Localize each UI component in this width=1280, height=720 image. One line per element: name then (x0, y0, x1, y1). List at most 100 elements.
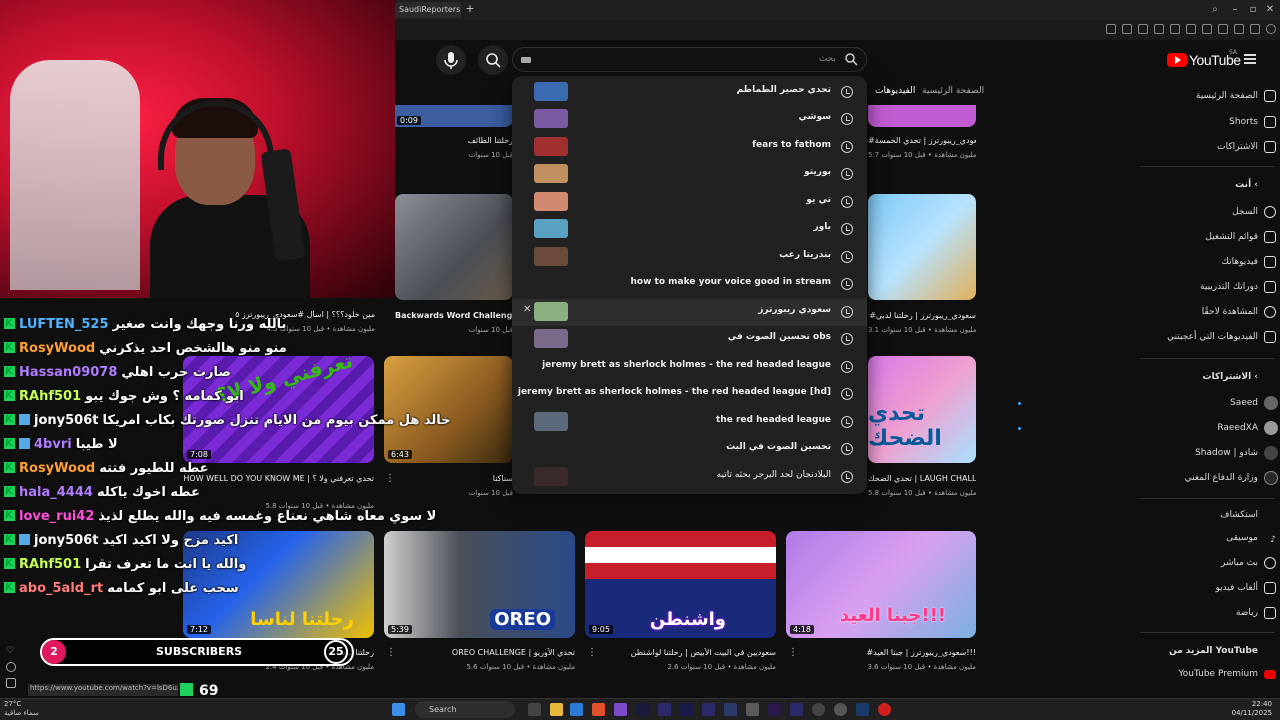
suggestion-item[interactable]: how to make your voice good in stream (512, 271, 867, 298)
sidebar-sub-shadow[interactable]: Shadow | شادو (1128, 445, 1278, 461)
video-title[interactable]: سعوديين في البيت الأبيض | رحلتنا لواشنطن (585, 648, 776, 657)
sidebar-item-playlists[interactable]: قوائم التشغيل (1128, 229, 1276, 245)
extension-icon[interactable] (1138, 24, 1148, 34)
sidebar-item-your-videos[interactable]: فيديوهاتك (1128, 254, 1276, 270)
youtube-logo[interactable]: YouTube SA (1167, 49, 1241, 69)
remove-icon[interactable]: ✕ (523, 304, 531, 315)
tab-videos[interactable]: الفيديوهات (875, 86, 915, 96)
maximize-icon[interactable]: ▫ (1246, 3, 1260, 17)
adobe-icon[interactable] (702, 703, 715, 716)
sidebar-item-subscriptions[interactable]: الاشتراكات (1128, 139, 1276, 155)
search-button[interactable] (478, 45, 508, 75)
video-thumbnail[interactable] (868, 105, 976, 127)
video-title[interactable]: #سعودي_ريبورترز | رحلتنا لدبي (868, 311, 976, 320)
sidebar-item-liked[interactable]: الفيديوهات التي أعجبتني (1128, 329, 1276, 345)
extension-icon[interactable] (1234, 24, 1244, 34)
obs-icon[interactable] (812, 703, 825, 716)
taskbar-clock[interactable]: 22:40 04/11/2025 (1232, 700, 1272, 718)
suggestion-item[interactable]: تحسين الصوت في obs (512, 326, 867, 353)
video-thumbnail[interactable]: جبنا العيد!!! 4:18 (786, 531, 976, 638)
sidebar-item-shorts[interactable]: Shorts (1128, 114, 1276, 130)
suggestion-item[interactable]: the red headed league (512, 409, 867, 436)
extension-icon[interactable] (1186, 24, 1196, 34)
video-thumbnail[interactable] (395, 194, 513, 300)
video-thumbnail[interactable]: واشنطن 9:05 (585, 531, 776, 638)
extension-icon[interactable] (1122, 24, 1132, 34)
brave-icon[interactable] (592, 703, 605, 716)
after-effects-icon[interactable] (680, 703, 693, 716)
search-input[interactable]: بحث (512, 47, 867, 72)
suggestion-item[interactable]: باور (512, 216, 867, 243)
extension-icon[interactable] (1154, 24, 1164, 34)
audition-icon[interactable] (658, 703, 671, 716)
browser-tab[interactable]: SaudiReporters | يوتيوب (395, 2, 461, 18)
video-title[interactable]: HOW WELL DO YOU KNOW ME | تحدي تعرفني ول… (183, 474, 374, 483)
extension-icon[interactable] (1202, 24, 1212, 34)
extension-icon[interactable] (1250, 24, 1260, 34)
more-options-icon[interactable]: ⋮ (386, 647, 396, 658)
search-icon[interactable] (845, 53, 858, 66)
taskbar-search[interactable]: Search (415, 701, 515, 718)
more-options-icon[interactable]: ⋮ (385, 473, 395, 484)
menu-icon[interactable] (1244, 54, 1256, 64)
suggestion-item[interactable]: تي يو (512, 189, 867, 216)
sidebar-sub-ministry[interactable]: وزارة الدفاع المغني (1128, 470, 1278, 486)
more-options-icon[interactable]: ⋮ (587, 647, 597, 658)
extension-icon[interactable] (1106, 24, 1116, 34)
visual-studio-icon[interactable] (614, 703, 627, 716)
more-options-icon[interactable]: ⋮ (788, 647, 798, 658)
opera-icon[interactable] (878, 703, 891, 716)
suggestion-item-selected[interactable]: ✕ سعودي ريبورترز (512, 299, 867, 326)
tab-home[interactable]: الصفحة الرئيسية (922, 86, 984, 96)
audition-icon[interactable] (790, 703, 803, 716)
video-thumbnail[interactable]: 0:09 (395, 105, 513, 127)
suggestion-item[interactable]: البلادنجان لحد البرجر بحثه تاتيه (512, 464, 867, 491)
app-icon[interactable] (746, 703, 759, 716)
extension-icon[interactable] (1218, 24, 1228, 34)
extension-icon[interactable] (1170, 24, 1180, 34)
video-thumbnail[interactable]: OREO 5:39 (384, 531, 575, 638)
sidebar-item-gaming[interactable]: ألعاب فيديو (1128, 580, 1276, 596)
video-title[interactable]: Backwards Word Challenge (395, 311, 513, 320)
sidebar-item-home[interactable]: الصفحة الرئيسية (1128, 88, 1276, 104)
search-tabs-icon[interactable]: ⌕ (1208, 3, 1222, 17)
new-tab-button[interactable]: + (464, 3, 476, 15)
sidebar-item-watch-later[interactable]: المشاهدة لاحقًا (1128, 304, 1276, 320)
sidebar-item-courses[interactable]: دوراتك التدريبية (1128, 279, 1276, 295)
suggestion-item[interactable]: سوشي (512, 106, 867, 133)
sidebar-you-header[interactable]: أنت ‹ (1235, 180, 1258, 190)
video-title[interactable]: رحلتنا الطائف (395, 136, 513, 145)
video-title[interactable]: #سعودي_ريبورترز | تحدي الخمسة (868, 136, 976, 145)
vscode-icon[interactable] (570, 703, 583, 716)
weather-widget[interactable]: 27°C سماء صافية (4, 700, 39, 718)
sidebar-item-live[interactable]: بث مباشر (1128, 555, 1276, 571)
video-thumbnail[interactable] (868, 194, 976, 300)
sidebar-item-music[interactable]: موسيقى ♪ (1128, 530, 1276, 546)
photoshop-icon[interactable] (636, 703, 649, 716)
sidebar-subscriptions-header[interactable]: الاشتراكات ‹ (1203, 372, 1259, 382)
windows-start-icon[interactable] (392, 703, 405, 716)
suggestion-item[interactable]: بندريتا رعب (512, 244, 867, 271)
clock-icon[interactable] (6, 662, 16, 672)
task-view-icon[interactable] (528, 703, 541, 716)
sidebar-item-premium[interactable]: YouTube Premium (1128, 666, 1276, 682)
chrome-icon[interactable] (834, 703, 847, 716)
microphone-button[interactable] (436, 45, 466, 75)
suggestion-item[interactable]: تحدي حصير الطماطم (512, 79, 867, 106)
video-title[interactable]: سناكنا (445, 474, 513, 483)
video-title[interactable]: تحدي الضحك | LAUGH CHALLENGE (868, 474, 976, 483)
suggestion-item[interactable]: jeremy brett as sherlock holmes - the re… (512, 381, 867, 408)
sidebar-sub-saeed[interactable]: Saeed (1018, 395, 1278, 411)
sidebar-item-sports[interactable]: رياضة (1128, 605, 1276, 621)
close-icon[interactable]: ✕ (1263, 3, 1277, 17)
profile-icon[interactable] (1266, 24, 1276, 34)
sidebar-item-history[interactable]: السجل (1128, 204, 1276, 220)
video-title[interactable]: OREO CHALLENGE | تحدي الأوريو (384, 648, 575, 657)
audition-icon[interactable] (724, 703, 737, 716)
sidebar-sub-raeedxa[interactable]: RaeedXA (1018, 420, 1278, 436)
file-explorer-icon[interactable] (550, 703, 563, 716)
steam-icon[interactable] (856, 703, 869, 716)
suggestion-item[interactable]: jeremy brett as sherlock holmes - the re… (512, 354, 867, 381)
minimize-icon[interactable]: – (1228, 3, 1242, 17)
suggestion-item[interactable]: تحسين الصوت في البث (512, 436, 867, 463)
